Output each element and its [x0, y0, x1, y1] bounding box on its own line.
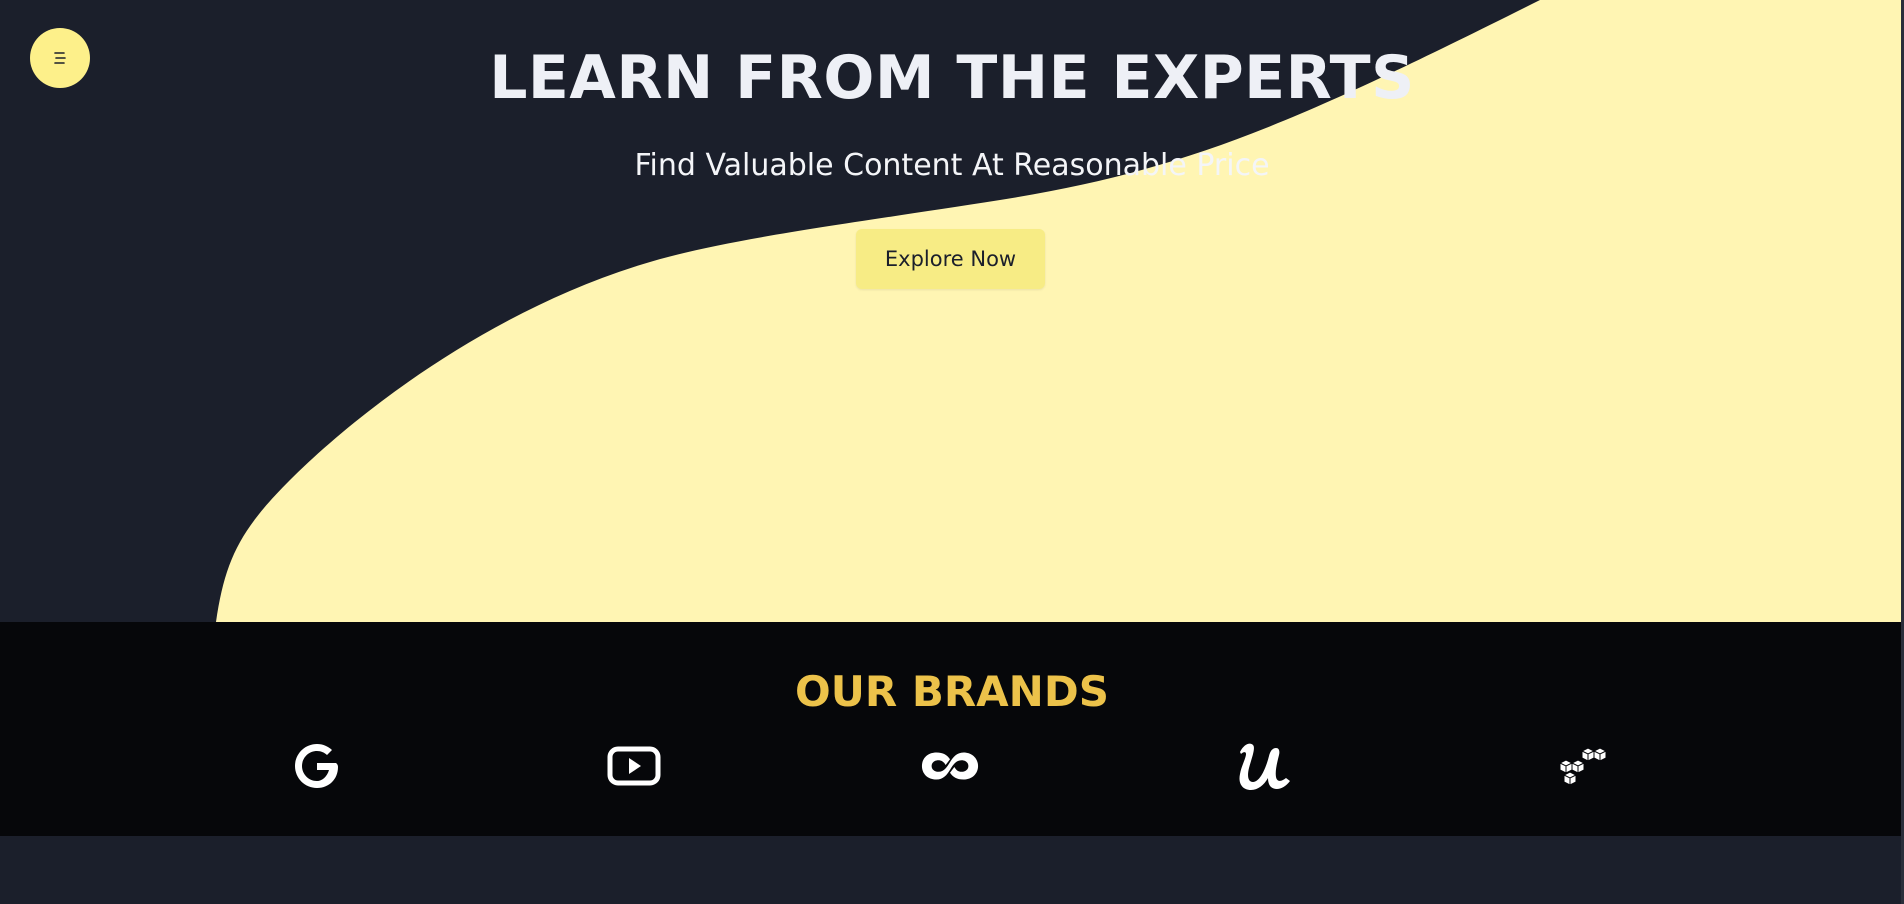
brands-title: OUR BRANDS [795, 667, 1109, 716]
brand-google-link[interactable] [287, 738, 347, 794]
brand-coursera-link[interactable] [920, 738, 980, 794]
brand-cubes-link[interactable] [1554, 738, 1614, 794]
brands-section [0, 622, 1904, 836]
explore-now-button[interactable]: Explore Now [856, 229, 1045, 289]
brand-youtube-link[interactable] [604, 738, 664, 794]
page: LEARN FROM THE EXPERTS Find Valuable Con… [0, 0, 1904, 904]
hero-section: LEARN FROM THE EXPERTS Find Valuable Con… [0, 0, 1904, 622]
coursera-icon [921, 752, 979, 780]
cubes-icon [1559, 747, 1607, 786]
hero-subtitle: Find Valuable Content At Reasonable Pric… [634, 148, 1270, 183]
udemy-icon [1239, 743, 1290, 790]
brand-udemy-link[interactable] [1236, 738, 1296, 794]
youtube-icon [607, 746, 661, 786]
hero-title: LEARN FROM THE EXPERTS [489, 43, 1415, 113]
google-icon [295, 744, 338, 788]
